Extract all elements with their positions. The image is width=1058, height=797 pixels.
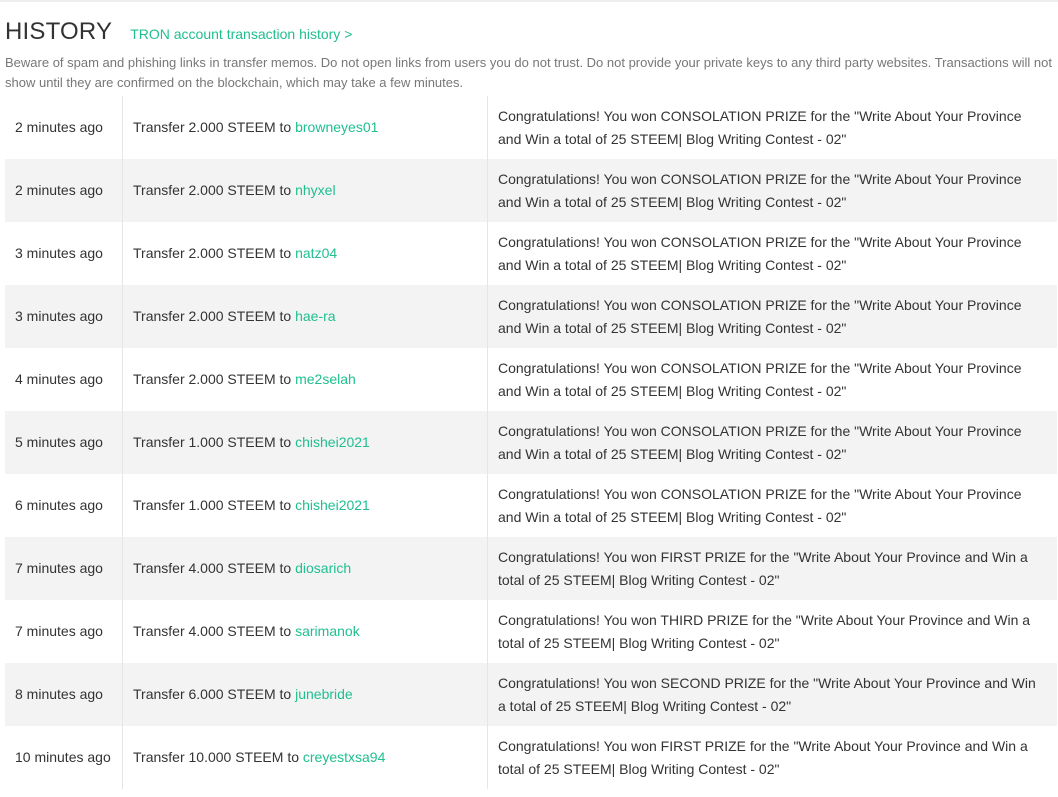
- transaction-time: 2 minutes ago: [5, 159, 122, 222]
- transaction-operation: Transfer 2.000 STEEM to me2selah: [122, 348, 487, 411]
- transaction-operation: Transfer 10.000 STEEM to creyestxsa94: [122, 726, 487, 789]
- recipient-link[interactable]: hae-ra: [295, 308, 335, 324]
- transfer-description: Transfer 4.000 STEEM to: [133, 623, 296, 639]
- transfer-description: Transfer 10.000 STEEM to: [133, 749, 303, 765]
- page-title: HISTORY: [5, 18, 113, 45]
- transfer-description: Transfer 1.000 STEEM to: [133, 497, 296, 513]
- transaction-time: 6 minutes ago: [5, 474, 122, 537]
- recipient-link[interactable]: natz04: [295, 245, 337, 261]
- transaction-time: 7 minutes ago: [5, 537, 122, 600]
- transaction-memo: Congratulations! You won THIRD PRIZE for…: [487, 600, 1057, 663]
- phishing-warning: Beware of spam and phishing links in tra…: [5, 55, 1052, 90]
- recipient-link[interactable]: nhyxel: [295, 182, 335, 198]
- table-row: 8 minutes ago Transfer 6.000 STEEM to jun…: [5, 663, 1057, 726]
- transaction-time: 7 minutes ago: [5, 600, 122, 663]
- transaction-operation: Transfer 4.000 STEEM to sarimanok: [122, 600, 487, 663]
- table-row: 2 minutes ago Transfer 2.000 STEEM to bro…: [5, 96, 1057, 159]
- table-row: 5 minutes ago Transfer 1.000 STEEM to chi…: [5, 411, 1057, 474]
- recipient-link[interactable]: diosarich: [295, 560, 351, 576]
- transfer-description: Transfer 2.000 STEEM to: [133, 119, 296, 135]
- recipient-link[interactable]: sarimanok: [295, 623, 360, 639]
- transaction-operation: Transfer 4.000 STEEM to diosarich: [122, 537, 487, 600]
- transaction-operation: Transfer 6.000 STEEM to junebride: [122, 663, 487, 726]
- recipient-link[interactable]: me2selah: [295, 371, 356, 387]
- transaction-memo: Congratulations! You won CONSOLATION PRI…: [487, 159, 1057, 222]
- transfer-description: Transfer 2.000 STEEM to: [133, 182, 296, 198]
- tron-history-link[interactable]: TRON account transaction history >: [130, 26, 352, 42]
- transaction-operation: Transfer 2.000 STEEM to hae-ra: [122, 285, 487, 348]
- transaction-history-table: 2 minutes ago Transfer 2.000 STEEM to bro…: [5, 96, 1057, 789]
- table-row: 2 minutes ago Transfer 2.000 STEEM to nhy…: [5, 159, 1057, 222]
- table-row: 3 minutes ago Transfer 2.000 STEEM to nat…: [5, 222, 1057, 285]
- transaction-operation: Transfer 1.000 STEEM to chishei2021: [122, 474, 487, 537]
- transaction-memo: Congratulations! You won CONSOLATION PRI…: [487, 474, 1057, 537]
- transaction-memo: Congratulations! You won FIRST PRIZE for…: [487, 537, 1057, 600]
- transaction-memo: Congratulations! You won CONSOLATION PRI…: [487, 96, 1057, 159]
- transaction-operation: Transfer 1.000 STEEM to chishei2021: [122, 411, 487, 474]
- transaction-time: 4 minutes ago: [5, 348, 122, 411]
- transaction-time: 3 minutes ago: [5, 285, 122, 348]
- table-row: 7 minutes ago Transfer 4.000 STEEM to dio…: [5, 537, 1057, 600]
- history-header: HISTORY TRON account transaction history…: [5, 18, 352, 48]
- transfer-description: Transfer 4.000 STEEM to: [133, 560, 296, 576]
- transfer-description: Transfer 2.000 STEEM to: [133, 371, 296, 387]
- table-row: 6 minutes ago Transfer 1.000 STEEM to chi…: [5, 474, 1057, 537]
- recipient-link[interactable]: browneyes01: [295, 119, 378, 135]
- recipient-link[interactable]: chishei2021: [295, 497, 370, 513]
- table-row: 3 minutes ago Transfer 2.000 STEEM to hae…: [5, 285, 1057, 348]
- transaction-time: 5 minutes ago: [5, 411, 122, 474]
- transaction-memo: Congratulations! You won CONSOLATION PRI…: [487, 411, 1057, 474]
- transaction-memo: Congratulations! You won FIRST PRIZE for…: [487, 726, 1057, 789]
- transaction-operation: Transfer 2.000 STEEM to natz04: [122, 222, 487, 285]
- transaction-history-body: 2 minutes ago Transfer 2.000 STEEM to bro…: [5, 96, 1057, 789]
- table-row: 10 minutes ago Transfer 10.000 STEEM to c…: [5, 726, 1057, 789]
- recipient-link[interactable]: creyestxsa94: [303, 749, 385, 765]
- transaction-memo: Congratulations! You won SECOND PRIZE fo…: [487, 663, 1057, 726]
- transaction-memo: Congratulations! You won CONSOLATION PRI…: [487, 348, 1057, 411]
- transfer-description: Transfer 6.000 STEEM to: [133, 686, 296, 702]
- transaction-time: 10 minutes ago: [5, 726, 122, 789]
- transaction-time: 8 minutes ago: [5, 663, 122, 726]
- recipient-link[interactable]: chishei2021: [295, 434, 370, 450]
- top-divider: [0, 0, 1058, 2]
- recipient-link[interactable]: junebride: [295, 686, 353, 702]
- transaction-operation: Transfer 2.000 STEEM to browneyes01: [122, 96, 487, 159]
- transfer-description: Transfer 1.000 STEEM to: [133, 434, 296, 450]
- transaction-time: 3 minutes ago: [5, 222, 122, 285]
- transaction-operation: Transfer 2.000 STEEM to nhyxel: [122, 159, 487, 222]
- transaction-memo: Congratulations! You won CONSOLATION PRI…: [487, 285, 1057, 348]
- transaction-memo: Congratulations! You won CONSOLATION PRI…: [487, 222, 1057, 285]
- table-row: 4 minutes ago Transfer 2.000 STEEM to me2…: [5, 348, 1057, 411]
- transfer-description: Transfer 2.000 STEEM to: [133, 308, 296, 324]
- transaction-time: 2 minutes ago: [5, 96, 122, 159]
- history-page: HISTORY TRON account transaction history…: [0, 0, 1058, 797]
- transfer-description: Transfer 2.000 STEEM to: [133, 245, 296, 261]
- table-row: 7 minutes ago Transfer 4.000 STEEM to sar…: [5, 600, 1057, 663]
